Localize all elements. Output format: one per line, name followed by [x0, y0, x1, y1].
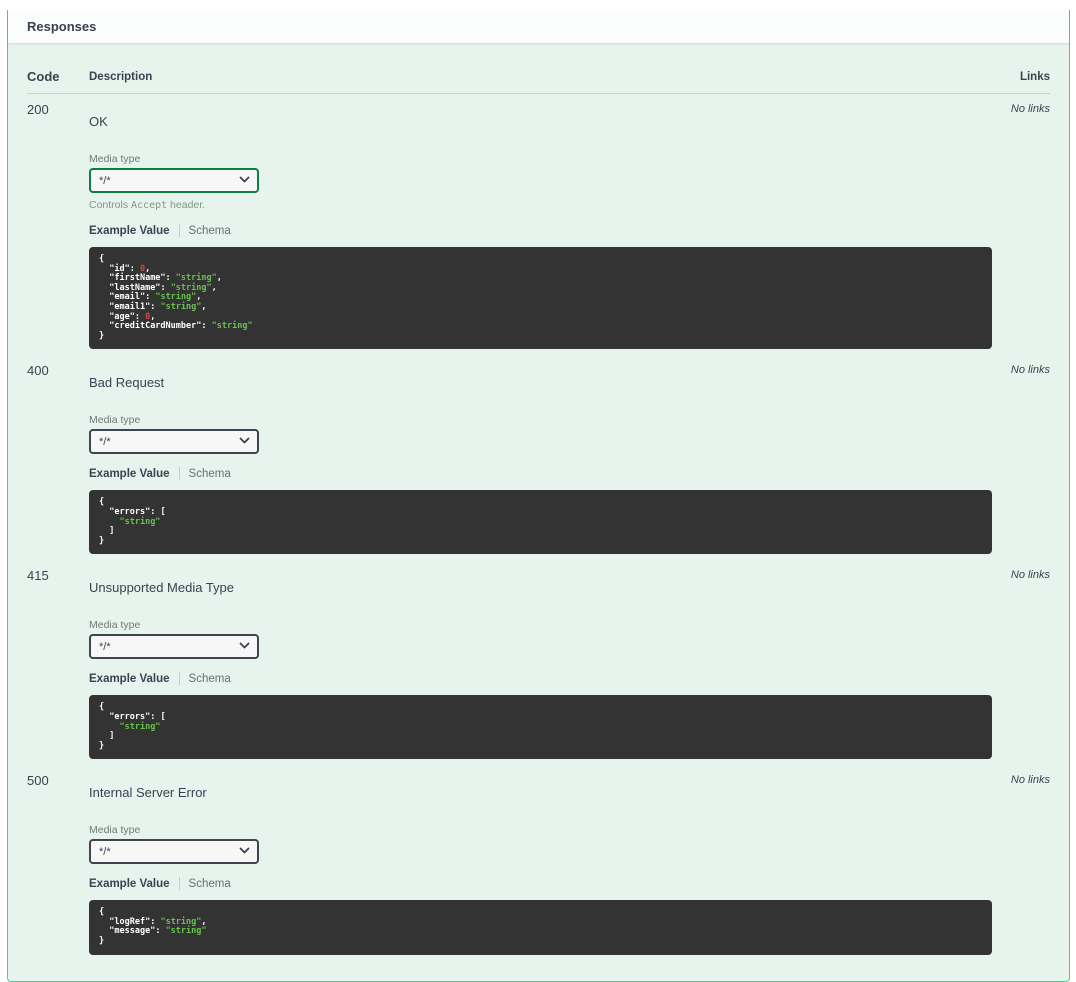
tab-example-value[interactable]: Example Value [89, 225, 170, 237]
column-header-code: Code [27, 69, 60, 84]
example-schema-tabs: Example Value Schema [89, 467, 992, 481]
responses-title: Responses [27, 19, 97, 34]
example-json: { "errors": [ "string" ] } [99, 497, 166, 546]
controls-accept-note: Controls Accept header. [89, 199, 992, 211]
media-type-label: Media type [89, 153, 141, 165]
responses-table-body: 200 OK Media type */* Controls Accept he… [27, 94, 1050, 955]
media-type-label: Media type [89, 824, 141, 837]
response-code: 500 [27, 773, 49, 789]
response-row: 415 Unsupported Media Type Media type */… [27, 560, 1050, 760]
tab-schema[interactable]: Schema [189, 468, 231, 480]
response-code: 415 [27, 568, 49, 584]
tab-divider [178, 672, 180, 686]
tab-divider [178, 877, 180, 891]
tab-example-value[interactable]: Example Value [89, 673, 170, 685]
response-row: 200 OK Media type */* Controls Accept he… [27, 94, 1050, 350]
media-type-select[interactable]: */* [89, 634, 259, 660]
tab-schema[interactable]: Schema [189, 878, 231, 890]
column-header-links: Links [1019, 71, 1050, 83]
response-description: OK [89, 114, 108, 129]
example-json: { "id": 0, "firstName": "string", "lastN… [99, 254, 253, 341]
response-description-cell: OK Media type */* Controls Accept header… [89, 102, 992, 350]
tab-example-value[interactable]: Example Value [89, 878, 170, 890]
response-links: No links [1010, 774, 1050, 787]
example-schema-tabs: Example Value Schema [89, 224, 992, 237]
response-code: 200 [27, 102, 49, 117]
example-code-block: { "id": 0, "firstName": "string", "lastN… [89, 247, 992, 350]
example-json: { "errors": [ "string" ] } [99, 702, 166, 751]
media-type-select-wrap: */* [89, 168, 259, 193]
response-description-cell: Internal Server Error Media type */* Exa… [89, 773, 992, 955]
column-header-description: Description [89, 71, 153, 83]
media-type-block: Media type */* Controls Accept header. [89, 153, 992, 211]
response-links: No links [1010, 364, 1050, 377]
responses-section-header: Responses [8, 10, 1069, 43]
response-links: No links [1010, 103, 1050, 115]
tab-example-value[interactable]: Example Value [89, 468, 170, 480]
controls-accept-prefix: Controls [89, 199, 132, 211]
media-type-block: Media type */* [89, 414, 992, 455]
accept-header-code: Accept [131, 200, 168, 211]
response-description: Unsupported Media Type [89, 580, 235, 596]
media-type-block: Media type */* [89, 824, 992, 865]
response-row: 500 Internal Server Error Media type */*… [27, 765, 1050, 955]
media-type-select-wrap: */* [89, 634, 259, 660]
response-description-cell: Bad Request Media type */* Example Value… [89, 363, 992, 555]
media-type-block: Media type */* [89, 619, 992, 660]
media-type-select-wrap: */* [89, 429, 259, 455]
responses-table: Code Description Links 200 OK Media type… [8, 43, 1069, 981]
operation-block: Responses Code Description Links 200 OK … [7, 10, 1070, 982]
tab-schema[interactable]: Schema [189, 225, 231, 237]
media-type-label: Media type [89, 619, 141, 632]
media-type-select[interactable]: */* [89, 839, 259, 865]
tab-divider [178, 224, 180, 237]
media-type-select[interactable]: */* [89, 168, 259, 193]
tab-schema[interactable]: Schema [189, 673, 231, 685]
media-type-label: Media type [89, 414, 141, 427]
responses-table-header: Code Description Links [27, 59, 1050, 94]
tab-divider [178, 467, 180, 481]
example-code-block: { "errors": [ "string" ] } [89, 695, 992, 760]
response-description: Bad Request [89, 375, 165, 391]
example-code-block: { "logRef": "string", "message": "string… [89, 900, 992, 955]
response-links: No links [1010, 569, 1050, 582]
response-description: Internal Server Error [89, 785, 207, 801]
controls-accept-suffix: header. [167, 199, 206, 211]
example-schema-tabs: Example Value Schema [89, 672, 992, 686]
response-description-cell: Unsupported Media Type Media type */* Ex… [89, 568, 992, 760]
media-type-select[interactable]: */* [89, 429, 259, 455]
example-code-block: { "errors": [ "string" ] } [89, 490, 992, 555]
example-schema-tabs: Example Value Schema [89, 877, 992, 891]
response-row: 400 Bad Request Media type */* Example V… [27, 355, 1050, 555]
example-json: { "logRef": "string", "message": "string… [99, 907, 207, 947]
media-type-select-wrap: */* [89, 839, 259, 865]
response-code: 400 [27, 363, 49, 379]
